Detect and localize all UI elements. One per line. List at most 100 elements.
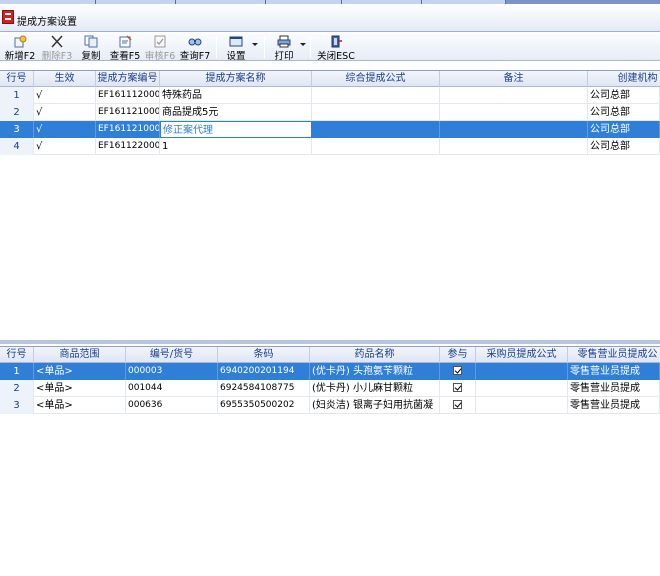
row-number: 3	[0, 121, 34, 138]
org-cell[interactable]: 公司总部	[588, 87, 660, 104]
plan-code-cell[interactable]: EF1611220001	[96, 138, 160, 155]
approve-icon	[154, 35, 166, 48]
column-header[interactable]: 创建机构	[588, 71, 660, 87]
column-header[interactable]: 药品名称	[310, 347, 440, 363]
effective-cell[interactable]: √	[34, 104, 96, 121]
column-header[interactable]: 商品范围	[34, 347, 126, 363]
plan-code-cell[interactable]: EF1611210001	[96, 104, 160, 121]
delete-icon	[51, 35, 63, 48]
buyer-formula-cell[interactable]	[476, 363, 568, 380]
org-cell[interactable]: 公司总部	[588, 121, 660, 138]
remark-cell[interactable]	[440, 121, 588, 138]
drug-name-cell[interactable]: (妇炎洁) 银离子妇用抗菌凝	[310, 397, 440, 414]
row-number: 3	[0, 397, 34, 414]
formula-cell[interactable]	[312, 87, 440, 104]
effective-cell[interactable]: √	[34, 138, 96, 155]
toolbar-separator	[264, 36, 265, 58]
table-row[interactable]: 1 √ EF1611120001 特殊药品 公司总部	[0, 87, 660, 104]
column-header[interactable]: 提成方案名称	[160, 71, 312, 87]
delete-button[interactable]: 删除F3	[40, 33, 74, 62]
column-header[interactable]: 零售营业员提成公	[568, 347, 660, 363]
join-checkbox[interactable]	[453, 365, 462, 375]
search-button[interactable]: 查询F7	[178, 33, 212, 62]
remark-cell[interactable]	[440, 87, 588, 104]
close-button[interactable]: 关闭ESC	[316, 33, 356, 62]
retail-formula-cell[interactable]: 零售营业员提成	[568, 380, 660, 397]
toolbar: 新增F2 删除F3 复制 查看F5 审核F6 查询F7 设置 打印 关闭ESC	[0, 33, 660, 62]
barcode-cell[interactable]: 6924584108775	[218, 380, 310, 397]
barcode-cell[interactable]: 6940200201194	[218, 363, 310, 380]
column-header[interactable]: 提成方案编号	[96, 71, 160, 87]
column-header[interactable]: 编号/货号	[126, 347, 218, 363]
approve-button[interactable]: 审核F6	[143, 33, 177, 62]
plan-name-cell[interactable]: 特殊药品	[160, 87, 312, 104]
org-cell[interactable]: 公司总部	[588, 104, 660, 121]
toolbar-separator	[310, 36, 311, 58]
join-cell[interactable]	[440, 397, 476, 414]
buyer-formula-cell[interactable]	[476, 380, 568, 397]
table-row[interactable]: 4 √ EF1611220001 1 公司总部	[0, 138, 660, 155]
toolbar-separator	[216, 36, 217, 58]
join-cell[interactable]	[440, 363, 476, 380]
copy-icon	[84, 35, 98, 48]
column-header[interactable]: 行号	[0, 71, 34, 87]
settings-button[interactable]: 设置	[222, 33, 258, 62]
print-icon	[277, 35, 291, 48]
table-row[interactable]: 2 <单品> 001044 6924584108775 (优卡丹) 小儿麻甘颗粒…	[0, 380, 660, 397]
table-row-selected[interactable]: 3 √ EF1611210002 修正案代理 公司总部	[0, 121, 660, 138]
scope-cell[interactable]: <单品>	[34, 397, 126, 414]
join-cell[interactable]	[440, 380, 476, 397]
scope-cell[interactable]: <单品>	[34, 380, 126, 397]
plans-grid-header: 行号 生效 提成方案编号 提成方案名称 综合提成公式 备注 创建机构	[0, 71, 660, 87]
barcode-cell[interactable]: 6955350500202	[218, 397, 310, 414]
approve-label: 审核F6	[144, 51, 176, 62]
table-row[interactable]: 2 √ EF1611210001 商品提成5元 公司总部	[0, 104, 660, 121]
settings-dropdown-icon[interactable]	[252, 43, 258, 46]
print-button[interactable]: 打印	[270, 33, 306, 62]
plan-name-cell[interactable]: 1	[160, 138, 312, 155]
view-button[interactable]: 查看F5	[108, 33, 142, 62]
column-header[interactable]: 参与	[440, 347, 476, 363]
org-cell[interactable]: 公司总部	[588, 138, 660, 155]
plan-name-cell[interactable]: 商品提成5元	[160, 104, 312, 121]
formula-cell[interactable]	[312, 121, 440, 138]
sku-cell[interactable]: 000003	[126, 363, 218, 380]
buyer-formula-cell[interactable]	[476, 397, 568, 414]
retail-formula-cell[interactable]: 零售营业员提成	[568, 397, 660, 414]
drug-name-cell[interactable]: (优卡丹) 小儿麻甘颗粒	[310, 380, 440, 397]
formula-cell[interactable]	[312, 104, 440, 121]
new-label: 新增F2	[4, 51, 36, 62]
panel-splitter[interactable]	[0, 340, 660, 344]
settings-label: 设置	[226, 51, 246, 62]
print-dropdown-icon[interactable]	[300, 43, 306, 46]
remark-cell[interactable]	[440, 104, 588, 121]
plan-code-cell[interactable]: EF1611210002	[96, 121, 160, 138]
drug-name-cell[interactable]: (优卡丹) 头孢氨苄颗粒	[310, 363, 440, 380]
column-header[interactable]: 生效	[34, 71, 96, 87]
search-icon	[188, 38, 202, 46]
print-label: 打印	[274, 51, 294, 62]
table-row[interactable]: 3 <单品> 000636 6955350500202 (妇炎洁) 银离子妇用抗…	[0, 397, 660, 414]
join-checkbox[interactable]	[453, 382, 462, 392]
plan-name-edit-field[interactable]: 修正案代理	[160, 121, 312, 138]
close-label: 关闭ESC	[317, 51, 355, 62]
column-header[interactable]: 行号	[0, 347, 34, 363]
retail-formula-cell[interactable]: 零售营业员提成	[568, 363, 660, 380]
new-button[interactable]: 新增F2	[3, 33, 37, 62]
copy-button[interactable]: 复制	[78, 33, 104, 62]
scope-cell[interactable]: <单品>	[34, 363, 126, 380]
row-number: 4	[0, 138, 34, 155]
effective-cell[interactable]: √	[34, 121, 96, 138]
formula-cell[interactable]	[312, 138, 440, 155]
table-row-selected[interactable]: 1 <单品> 000003 6940200201194 (优卡丹) 头孢氨苄颗粒…	[0, 363, 660, 380]
sku-cell[interactable]: 001044	[126, 380, 218, 397]
column-header[interactable]: 综合提成公式	[312, 71, 440, 87]
plan-code-cell[interactable]: EF1611120001	[96, 87, 160, 104]
column-header[interactable]: 备注	[440, 71, 588, 87]
effective-cell[interactable]: √	[34, 87, 96, 104]
sku-cell[interactable]: 000636	[126, 397, 218, 414]
column-header[interactable]: 采购员提成公式	[476, 347, 568, 363]
remark-cell[interactable]	[440, 138, 588, 155]
column-header[interactable]: 条码	[218, 347, 310, 363]
join-checkbox[interactable]	[453, 399, 462, 409]
